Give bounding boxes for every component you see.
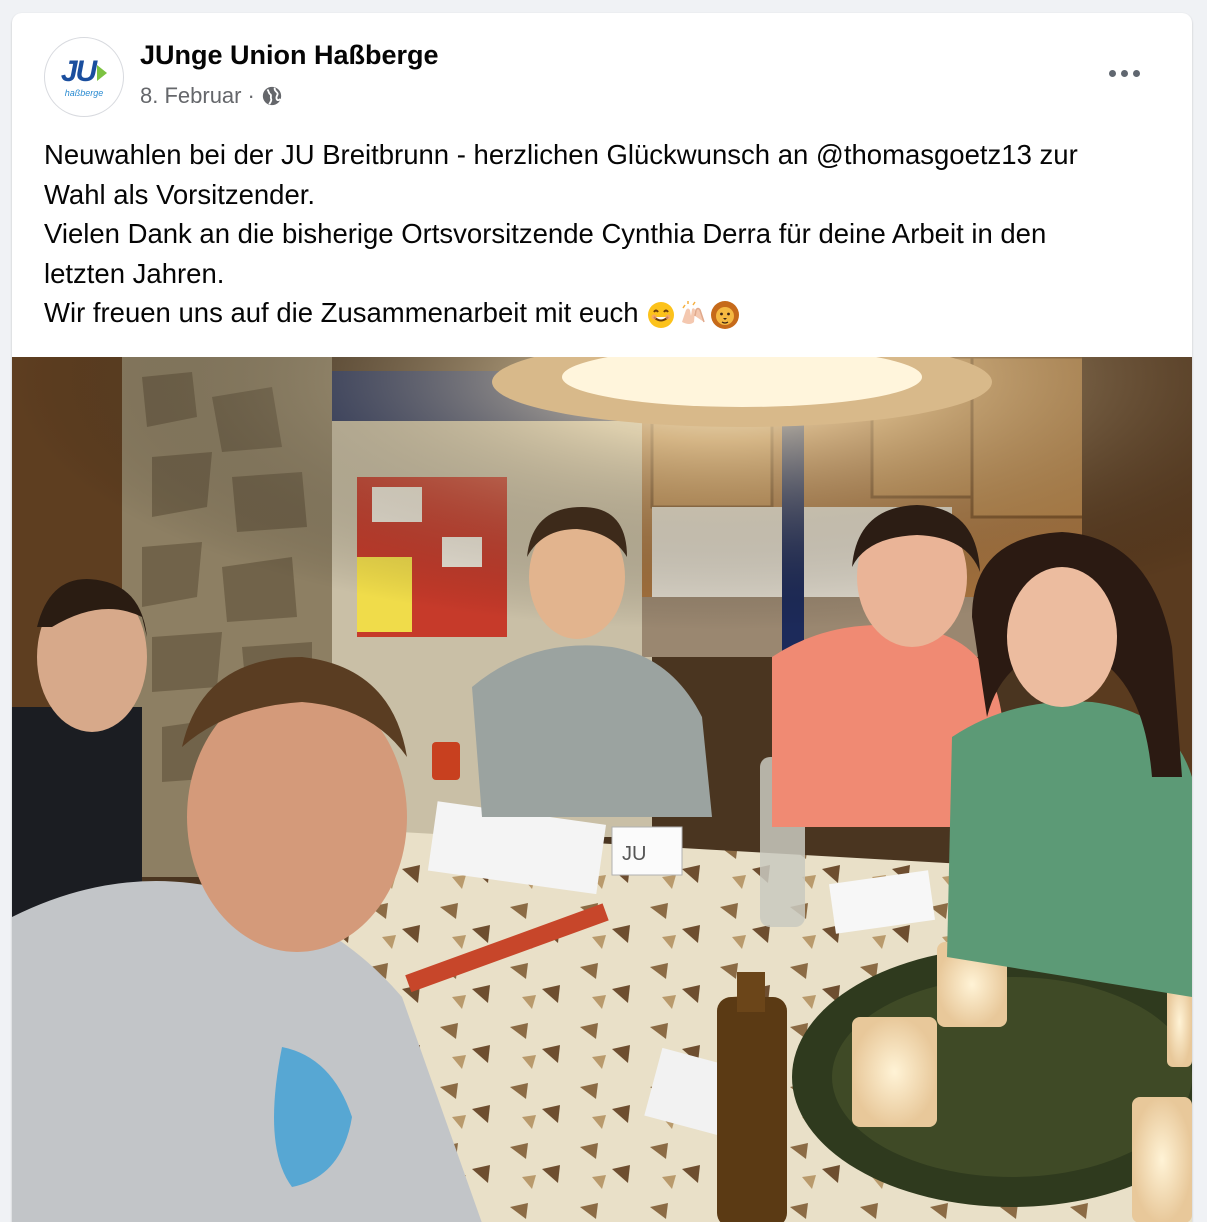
post-date-link[interactable]: 8. Februar — [140, 83, 242, 109]
photo-sign-text: JU — [622, 843, 646, 865]
meta-separator: · — [247, 83, 255, 108]
post-card: JU haßberge JUnge Union Haßberge 8. Febr… — [12, 13, 1192, 1222]
post-header: JU haßberge JUnge Union Haßberge 8. Febr… — [12, 13, 1192, 123]
message-line: Vielen Dank an die bisherige Ortsvorsitz… — [44, 218, 1047, 249]
logo-mark: JU — [61, 56, 108, 87]
smiling-face-emoji — [648, 301, 675, 328]
post-meta: 8. Februar · — [140, 83, 283, 109]
page-avatar[interactable]: JU haßberge — [44, 37, 124, 117]
post-message: Neuwahlen bei der JU Breitbrunn - herzli… — [44, 135, 1174, 333]
more-options-icon — [1108, 69, 1140, 77]
message-line-last: Wir freuen uns auf die Zusammenarbeit mi… — [44, 293, 1174, 333]
globe-icon[interactable] — [261, 85, 283, 107]
page-name-link[interactable]: JUnge Union Haßberge — [140, 40, 439, 71]
more-options-button[interactable] — [1100, 53, 1148, 93]
post-photo[interactable]: JU — [12, 357, 1192, 1222]
logo-arrow-icon — [97, 64, 108, 81]
message-line: letzten Jahren. — [44, 257, 225, 289]
clapping-hands-emoji — [682, 300, 705, 324]
lion-face-emoji — [711, 300, 740, 329]
message-line: Neuwahlen bei der JU Breitbrunn - herzli… — [44, 139, 1078, 170]
logo-subtext: haßberge — [64, 87, 104, 98]
message-line: Wahl als Vorsitzender. — [44, 178, 316, 210]
